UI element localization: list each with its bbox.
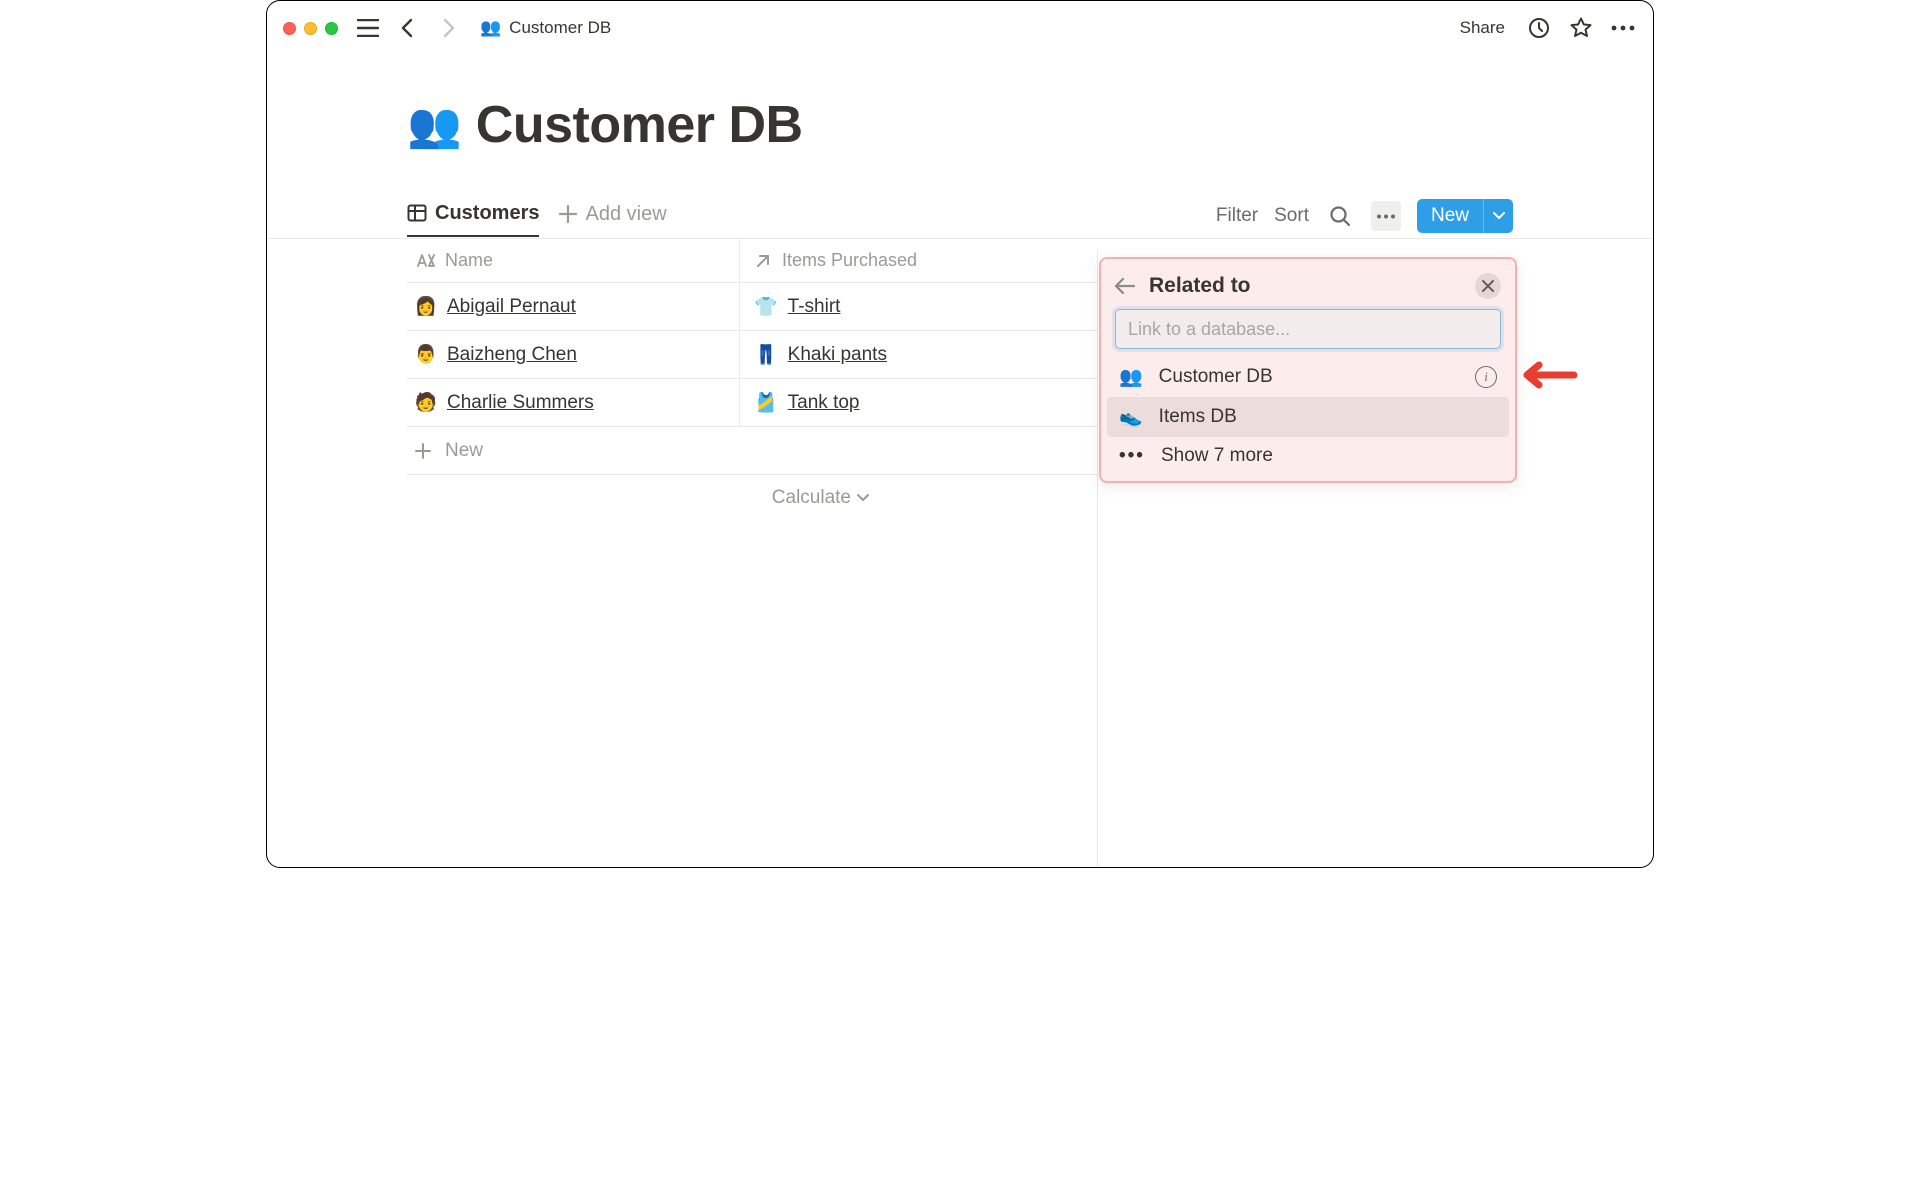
panel-divider <box>1097 250 1098 867</box>
option-label: Customer DB <box>1159 366 1273 388</box>
relation-popover: Related to 👥 Customer DB i 👟 Items DB ••… <box>1099 257 1517 483</box>
annotation-arrow-icon <box>1519 355 1579 395</box>
table-icon <box>407 203 427 223</box>
forward-icon[interactable] <box>434 14 462 42</box>
filter-button[interactable]: Filter <box>1216 205 1258 227</box>
breadcrumb-icon: 👥 <box>480 18 501 38</box>
page-icon[interactable]: 👥 <box>407 99 462 151</box>
column-header-name[interactable]: Name <box>407 250 739 271</box>
row-item: Tank top <box>788 392 860 414</box>
plus-icon <box>415 443 431 459</box>
popover-title: Related to <box>1149 274 1251 298</box>
breadcrumb[interactable]: 👥 Customer DB <box>474 16 617 40</box>
new-row-button[interactable]: New <box>407 427 1097 475</box>
database-table: Name Items Purchased 👩 Abigail Pernaut 👕 <box>407 239 1097 475</box>
text-property-icon <box>415 253 435 269</box>
view-tab-customers[interactable]: Customers <box>407 202 539 237</box>
hamburger-icon[interactable] <box>354 14 382 42</box>
row-avatar-icon: 🧑 <box>415 392 437 414</box>
column-name-label: Name <box>445 250 493 271</box>
popover-option-items-db[interactable]: 👟 Items DB <box>1107 397 1509 437</box>
share-button[interactable]: Share <box>1454 14 1511 42</box>
popover-close-icon[interactable] <box>1475 273 1501 299</box>
option-icon: 👟 <box>1119 405 1143 429</box>
search-icon[interactable] <box>1325 201 1355 231</box>
view-tab-label: Customers <box>435 202 539 225</box>
window-max-dot[interactable] <box>325 22 338 35</box>
table-header-row: Name Items Purchased <box>407 239 1097 283</box>
table-row[interactable]: 👩 Abigail Pernaut 👕 T-shirt <box>407 283 1097 331</box>
column-header-items[interactable]: Items Purchased <box>739 239 1097 282</box>
new-button-label: New <box>1417 199 1483 233</box>
row-item-icon: 🎽 <box>754 391 778 415</box>
popover-show-more[interactable]: ••• Show 7 more <box>1107 437 1509 475</box>
breadcrumb-title: Customer DB <box>509 18 611 38</box>
new-button-chevron[interactable] <box>1483 199 1513 233</box>
table-row[interactable]: 👨 Baizheng Chen 👖 Khaki pants <box>407 331 1097 379</box>
plus-icon <box>559 205 577 223</box>
updates-icon[interactable] <box>1525 14 1553 42</box>
dots-icon: ••• <box>1119 445 1145 467</box>
info-icon[interactable]: i <box>1475 366 1497 388</box>
option-icon: 👥 <box>1119 365 1143 389</box>
row-avatar-icon: 👨 <box>415 344 437 366</box>
favorite-star-icon[interactable] <box>1567 14 1595 42</box>
option-label: Show 7 more <box>1161 445 1273 467</box>
more-icon[interactable] <box>1609 14 1637 42</box>
calculate-button[interactable]: Calculate <box>407 475 869 509</box>
row-name: Baizheng Chen <box>447 344 577 366</box>
topbar: 👥 Customer DB Share <box>267 1 1653 55</box>
back-icon[interactable] <box>394 14 422 42</box>
row-item: Khaki pants <box>788 344 887 366</box>
database-header: Customers Add view Filter Sort New <box>267 155 1653 239</box>
row-item-icon: 👖 <box>754 343 778 367</box>
row-name: Abigail Pernaut <box>447 296 576 318</box>
new-row-label: New <box>445 440 483 462</box>
window-close-dot[interactable] <box>283 22 296 35</box>
add-view-label: Add view <box>585 203 666 226</box>
add-view-button[interactable]: Add view <box>559 203 666 236</box>
window-traffic-lights <box>283 22 338 35</box>
popover-option-customer-db[interactable]: 👥 Customer DB i <box>1107 357 1509 397</box>
relation-property-icon <box>754 252 772 270</box>
table-row[interactable]: 🧑 Charlie Summers 🎽 Tank top <box>407 379 1097 427</box>
new-button[interactable]: New <box>1417 199 1513 233</box>
column-items-label: Items Purchased <box>782 250 917 271</box>
calculate-label: Calculate <box>772 487 851 509</box>
row-name: Charlie Summers <box>447 392 594 414</box>
popover-back-icon[interactable] <box>1115 278 1135 294</box>
row-avatar-icon: 👩 <box>415 296 437 318</box>
db-more-icon[interactable] <box>1371 201 1401 231</box>
option-label: Items DB <box>1159 406 1237 428</box>
popover-search[interactable] <box>1115 309 1501 349</box>
popover-search-input[interactable] <box>1115 309 1501 349</box>
sort-button[interactable]: Sort <box>1274 205 1309 227</box>
chevron-down-icon <box>857 494 869 502</box>
row-item-icon: 👕 <box>754 295 778 319</box>
chevron-down-icon <box>1493 212 1505 220</box>
row-item: T-shirt <box>788 296 841 318</box>
window-min-dot[interactable] <box>304 22 317 35</box>
page-title: 👥 Customer DB <box>267 95 1653 155</box>
page-title-text[interactable]: Customer DB <box>476 95 803 155</box>
